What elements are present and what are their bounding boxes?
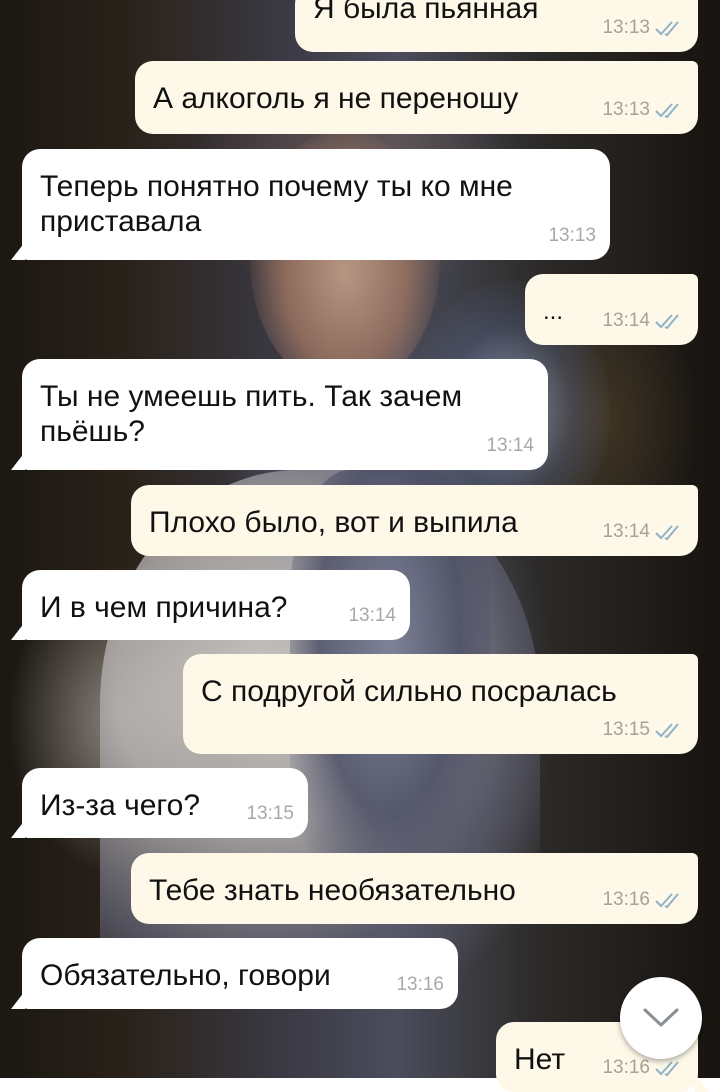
message-meta: 13:14 xyxy=(602,514,684,549)
scroll-to-bottom-button[interactable] xyxy=(620,977,702,1059)
message-text: ... xyxy=(543,298,564,325)
message-text: Я была пьянная xyxy=(313,0,539,25)
message-meta: 13:16 xyxy=(396,967,444,1002)
message-text: И в чем причина? xyxy=(40,591,288,624)
message-meta: 13:14 xyxy=(348,598,396,633)
message-time: 13:16 xyxy=(396,974,444,995)
message-time: 13:15 xyxy=(246,803,294,824)
message-time: 13:16 xyxy=(602,1057,650,1078)
read-ticks-icon xyxy=(655,722,679,738)
message-list[interactable]: Я была пьянная 13:13 А алкоголь я не пер… xyxy=(0,0,720,1092)
message-time: 13:13 xyxy=(548,225,596,246)
message-incoming[interactable]: Теперь понятно почему ты ко мне пристава… xyxy=(11,149,610,260)
message-outgoing[interactable]: Тебе знать необязательно 13:16 xyxy=(131,853,698,924)
message-text: Теперь понятно почему ты ко мне пристава… xyxy=(40,170,513,238)
message-meta: 13:15 xyxy=(246,796,294,831)
message-meta: 13:15 xyxy=(602,712,684,747)
message-text: Обязательно, говори xyxy=(40,959,331,992)
message-text: Из-за чего? xyxy=(40,789,201,822)
read-ticks-icon xyxy=(655,313,679,329)
message-outgoing[interactable]: С подругой сильно посралась 13:15 xyxy=(183,654,698,754)
message-outgoing[interactable]: А алкоголь я не переношу 13:13 xyxy=(135,61,698,134)
message-incoming[interactable]: Обязательно, говори 13:16 xyxy=(11,938,458,1009)
message-text: А алкоголь я не переношу xyxy=(153,82,519,115)
read-ticks-icon xyxy=(655,892,679,908)
message-meta: 13:13 xyxy=(548,218,596,253)
message-time: 13:13 xyxy=(602,99,650,120)
read-ticks-icon xyxy=(655,1060,679,1076)
message-outgoing[interactable]: Я была пьянная 13:13 xyxy=(295,0,698,52)
message-text: Плохо было, вот и выпила xyxy=(149,506,518,539)
message-time: 13:14 xyxy=(602,310,650,331)
message-outgoing[interactable]: Плохо было, вот и выпила 13:14 xyxy=(131,485,698,556)
chevron-down-icon xyxy=(643,1008,679,1027)
message-incoming[interactable]: Ты не умеешь пить. Так зачем пьёшь? 13:1… xyxy=(11,359,548,470)
message-text: Тебе знать необязательно xyxy=(149,874,516,907)
message-time: 13:15 xyxy=(602,719,650,740)
message-time: 13:14 xyxy=(486,435,534,456)
read-ticks-icon xyxy=(655,524,679,540)
message-time: 13:14 xyxy=(602,521,650,542)
message-text: Нет xyxy=(514,1043,566,1076)
message-meta: 13:13 xyxy=(602,10,684,45)
message-text: Ты не умеешь пить. Так зачем пьёшь? xyxy=(40,380,463,448)
message-incoming[interactable]: Из-за чего? 13:15 xyxy=(11,768,308,838)
message-time: 13:13 xyxy=(602,17,650,38)
message-meta: 13:16 xyxy=(602,882,684,917)
message-meta: 13:13 xyxy=(602,92,684,127)
read-ticks-icon xyxy=(655,102,679,118)
message-time: 13:14 xyxy=(348,605,396,626)
read-ticks-icon xyxy=(655,20,679,36)
message-incoming[interactable]: И в чем причина? 13:14 xyxy=(11,570,410,640)
message-meta: 13:14 xyxy=(486,428,534,463)
message-text: С подругой сильно посралась xyxy=(201,675,617,708)
message-outgoing[interactable]: ... 13:14 xyxy=(525,274,698,345)
message-meta: 13:14 xyxy=(602,303,684,338)
message-time: 13:16 xyxy=(602,889,650,910)
